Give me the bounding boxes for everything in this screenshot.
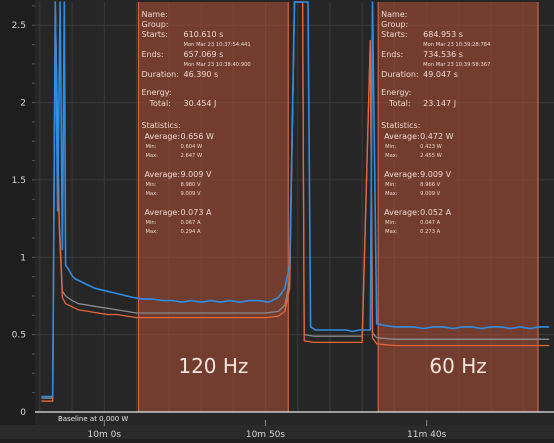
info-label: Duration: <box>142 70 179 79</box>
info-value: 0.047 A <box>420 220 440 226</box>
y-axis: 0 0.5 1 1.5 2 2.5 <box>0 0 35 439</box>
info-value: 8.966 V <box>420 182 440 188</box>
x-tick-label: 11m 40s <box>407 430 447 439</box>
info-label: Average: <box>384 208 420 217</box>
info-label: Group: <box>142 20 169 29</box>
y-tick-label: 1.5 <box>12 176 26 186</box>
info-value: 0.073 A <box>181 208 212 217</box>
info-value: 9.009 V <box>420 170 451 179</box>
info-label: Name: <box>142 10 168 19</box>
info-label: Duration: <box>381 70 418 79</box>
info-value: 657.069 s <box>184 50 224 59</box>
y-tick-label: 1 <box>20 253 26 263</box>
info-label: Total: <box>149 99 171 108</box>
region-rate-label: 60 Hz <box>429 354 486 378</box>
info-value: 0.294 A <box>181 229 201 235</box>
x-tick-label: 10m 0s <box>88 430 122 439</box>
x-tick-label: 10m 50s <box>246 430 286 439</box>
info-label: Average: <box>145 208 181 217</box>
info-label: Average: <box>145 170 181 179</box>
info-label: Average: <box>384 170 420 179</box>
info-label: Min: <box>146 220 157 226</box>
info-label: Average: <box>145 132 181 141</box>
info-label: Min: <box>146 182 157 188</box>
info-value: 0.052 A <box>420 208 451 217</box>
info-value: 734.536 s <box>423 50 463 59</box>
info-value: 9.009 V <box>181 191 201 197</box>
info-label: Starts: <box>381 30 407 39</box>
info-value: 0.604 W <box>181 144 203 150</box>
info-value: 9.009 V <box>420 191 440 197</box>
info-value: Mon Mar 23 10:39:58:367 <box>423 62 490 68</box>
info-value: 2.647 W <box>181 153 203 159</box>
info-label: Ends: <box>142 50 164 59</box>
info-label: Min: <box>385 182 396 188</box>
info-label: Min: <box>146 144 157 150</box>
info-label: Total: <box>388 99 410 108</box>
y-axis-background <box>0 0 35 439</box>
y-tick-label: 2 <box>20 99 26 109</box>
info-value: 0.472 W <box>420 132 453 141</box>
info-value: 0.656 W <box>181 132 214 141</box>
info-value: 684.953 s <box>423 30 463 39</box>
info-label: Average: <box>384 132 420 141</box>
info-value: 23.147 J <box>423 99 456 108</box>
info-label: Energy: <box>381 88 411 97</box>
info-label: Max: <box>385 153 398 159</box>
info-value: 0.067 A <box>181 220 201 226</box>
info-value: 46.390 s <box>184 70 219 79</box>
info-label: Name: <box>381 10 407 19</box>
info-value: 610.610 s <box>184 30 224 39</box>
info-value: 9.009 V <box>181 170 212 179</box>
info-value: Mon Mar 23 10:38:40:900 <box>184 62 251 68</box>
info-label: Statistics: <box>381 121 420 130</box>
info-label: Max: <box>385 191 398 197</box>
info-label: Max: <box>146 191 159 197</box>
chart-svg: Baseline at 0.000 W 0 0.5 1 1.5 2 2.5 10m 0s 1… <box>0 0 554 440</box>
info-label: Ends: <box>381 50 403 59</box>
info-label: Min: <box>385 144 396 150</box>
info-value: Mon Mar 23 10:37:54:441 <box>184 42 251 48</box>
info-value: 2.455 W <box>420 153 442 159</box>
power-monitor-chart: Baseline at 0.000 W 0 0.5 1 1.5 2 2.5 10m 0s 1… <box>0 0 554 440</box>
info-label: Energy: <box>142 88 172 97</box>
y-tick-label: 2.5 <box>12 21 26 31</box>
info-value: 30.454 J <box>184 99 217 108</box>
info-label: Group: <box>381 20 408 29</box>
info-value: 0.273 A <box>420 229 440 235</box>
y-tick-label: 0.5 <box>12 331 26 341</box>
baseline-label: Baseline at 0.000 W <box>58 415 128 423</box>
info-value: 49.047 s <box>423 70 458 79</box>
info-label: Max: <box>146 153 159 159</box>
info-value: Mon Mar 23 10:39:28:784 <box>423 42 491 48</box>
y-tick-label: 0 <box>20 408 26 418</box>
info-label: Max: <box>385 229 398 235</box>
info-label: Statistics: <box>142 121 181 130</box>
info-value: 8.980 V <box>181 182 201 188</box>
region-rate-label: 120 Hz <box>178 354 248 378</box>
info-label: Min: <box>385 220 396 226</box>
info-value: 0.423 W <box>420 144 442 150</box>
info-label: Starts: <box>142 30 168 39</box>
info-label: Max: <box>146 229 159 235</box>
